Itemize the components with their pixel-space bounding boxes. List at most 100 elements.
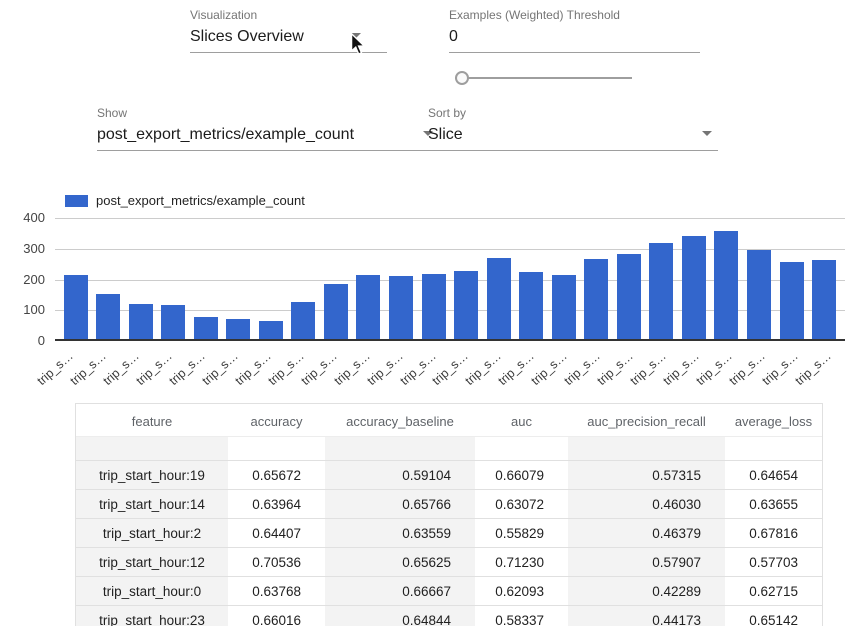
bar-chart-plot xyxy=(55,218,845,341)
metric-cell: 0.65625 xyxy=(325,548,475,576)
filter-cell xyxy=(475,437,568,460)
table-row: trip_start_hour:120.705360.656250.712300… xyxy=(76,547,822,576)
show-value[interactable]: post_export_metrics/example_count xyxy=(97,127,445,151)
show-label: Show xyxy=(97,106,445,120)
bar xyxy=(291,302,315,339)
metric-cell: 0.58337 xyxy=(475,606,568,626)
table-row: trip_start_hour:20.644070.635590.558290.… xyxy=(76,518,822,547)
feature-cell: trip_start_hour:2 xyxy=(76,519,228,547)
bar xyxy=(780,262,804,339)
y-tick-label: 300 xyxy=(0,241,45,257)
chevron-down-icon[interactable] xyxy=(702,131,712,136)
metric-cell: 0.42289 xyxy=(568,577,725,605)
metrics-table: featureaccuracyaccuracy_baselineaucauc_p… xyxy=(75,403,823,626)
table-row: trip_start_hour:230.660160.648440.583370… xyxy=(76,605,822,626)
bar xyxy=(747,250,771,339)
metric-cell: 0.66016 xyxy=(228,606,325,626)
metric-cell: 0.57315 xyxy=(568,461,725,489)
metric-cell: 0.65142 xyxy=(725,606,822,626)
table-row: trip_start_hour:00.637680.666670.620930.… xyxy=(76,576,822,605)
bar xyxy=(96,294,120,339)
bar xyxy=(454,271,478,339)
bar xyxy=(649,243,673,339)
threshold-field[interactable]: Examples (Weighted) Threshold 0 xyxy=(449,8,700,53)
bar xyxy=(812,260,836,339)
filter-cell xyxy=(725,437,822,460)
metric-cell: 0.65766 xyxy=(325,490,475,518)
metric-cell: 0.63559 xyxy=(325,519,475,547)
chart-legend: post_export_metrics/example_count xyxy=(65,193,305,208)
slider-thumb[interactable] xyxy=(455,71,469,85)
sort-by-select[interactable]: Sort by Slice xyxy=(428,106,718,151)
bar xyxy=(389,276,413,339)
column-header-feature[interactable]: feature xyxy=(76,404,228,436)
bar xyxy=(487,258,511,339)
metric-cell: 0.63768 xyxy=(228,577,325,605)
metric-cell: 0.64844 xyxy=(325,606,475,626)
table-header-row: featureaccuracyaccuracy_baselineaucauc_p… xyxy=(76,404,822,436)
threshold-slider[interactable] xyxy=(455,70,632,86)
mouse-cursor-icon xyxy=(350,33,366,55)
metric-cell: 0.64407 xyxy=(228,519,325,547)
bar xyxy=(519,272,543,339)
show-select[interactable]: Show post_export_metrics/example_count xyxy=(97,106,445,151)
filter-cell xyxy=(228,437,325,460)
slider-track[interactable] xyxy=(455,77,632,79)
metric-cell: 0.55829 xyxy=(475,519,568,547)
bar xyxy=(226,319,250,339)
y-tick-label: 100 xyxy=(0,302,45,318)
sort-by-label: Sort by xyxy=(428,106,718,120)
metric-cell: 0.67816 xyxy=(725,519,822,547)
bar xyxy=(259,321,283,339)
x-axis-labels: trip_s…trip_s…trip_s…trip_s…trip_s…trip_… xyxy=(55,343,845,393)
bar xyxy=(324,284,348,339)
y-tick-label: 0 xyxy=(0,333,45,349)
bar-series xyxy=(55,216,845,339)
y-tick-label: 200 xyxy=(0,272,45,288)
slices-overview-widget: Visualization Slices Overview Examples (… xyxy=(0,0,863,626)
table-body: trip_start_hour:190.656720.591040.660790… xyxy=(76,460,822,626)
column-header-average_loss[interactable]: average_loss xyxy=(725,404,822,436)
table-filter-row xyxy=(76,436,822,460)
legend-label: post_export_metrics/example_count xyxy=(96,193,305,208)
bar xyxy=(194,317,218,339)
column-header-accuracy[interactable]: accuracy xyxy=(228,404,325,436)
column-header-auc[interactable]: auc xyxy=(475,404,568,436)
metric-cell: 0.57907 xyxy=(568,548,725,576)
bar xyxy=(129,304,153,339)
feature-cell: trip_start_hour:23 xyxy=(76,606,228,626)
metric-cell: 0.64654 xyxy=(725,461,822,489)
threshold-label: Examples (Weighted) Threshold xyxy=(449,8,700,22)
bar xyxy=(584,259,608,339)
sort-by-value[interactable]: Slice xyxy=(428,127,718,151)
metric-cell: 0.46379 xyxy=(568,519,725,547)
feature-cell: trip_start_hour:14 xyxy=(76,490,228,518)
column-header-auc_precision_recall[interactable]: auc_precision_recall xyxy=(568,404,725,436)
feature-cell: trip_start_hour:0 xyxy=(76,577,228,605)
y-tick-label: 400 xyxy=(0,210,45,226)
table-row: trip_start_hour:140.639640.657660.630720… xyxy=(76,489,822,518)
metric-cell: 0.59104 xyxy=(325,461,475,489)
filter-cell xyxy=(325,437,475,460)
filter-cell xyxy=(76,437,228,460)
metric-cell: 0.62715 xyxy=(725,577,822,605)
y-axis-labels: 0100200300400 xyxy=(0,218,45,341)
visualization-label: Visualization xyxy=(190,8,387,22)
column-header-accuracy_baseline[interactable]: accuracy_baseline xyxy=(325,404,475,436)
metric-cell: 0.65672 xyxy=(228,461,325,489)
metric-cell: 0.66667 xyxy=(325,577,475,605)
metric-cell: 0.44173 xyxy=(568,606,725,626)
metric-cell: 0.63964 xyxy=(228,490,325,518)
bar xyxy=(356,275,380,339)
feature-cell: trip_start_hour:19 xyxy=(76,461,228,489)
metric-cell: 0.46030 xyxy=(568,490,725,518)
metric-cell: 0.71230 xyxy=(475,548,568,576)
metric-cell: 0.57703 xyxy=(725,548,822,576)
threshold-input[interactable]: 0 xyxy=(449,29,700,53)
bar xyxy=(161,305,185,339)
metric-cell: 0.66079 xyxy=(475,461,568,489)
bar xyxy=(64,275,88,339)
table-row: trip_start_hour:190.656720.591040.660790… xyxy=(76,460,822,489)
metric-cell: 0.63072 xyxy=(475,490,568,518)
filter-cell xyxy=(568,437,725,460)
